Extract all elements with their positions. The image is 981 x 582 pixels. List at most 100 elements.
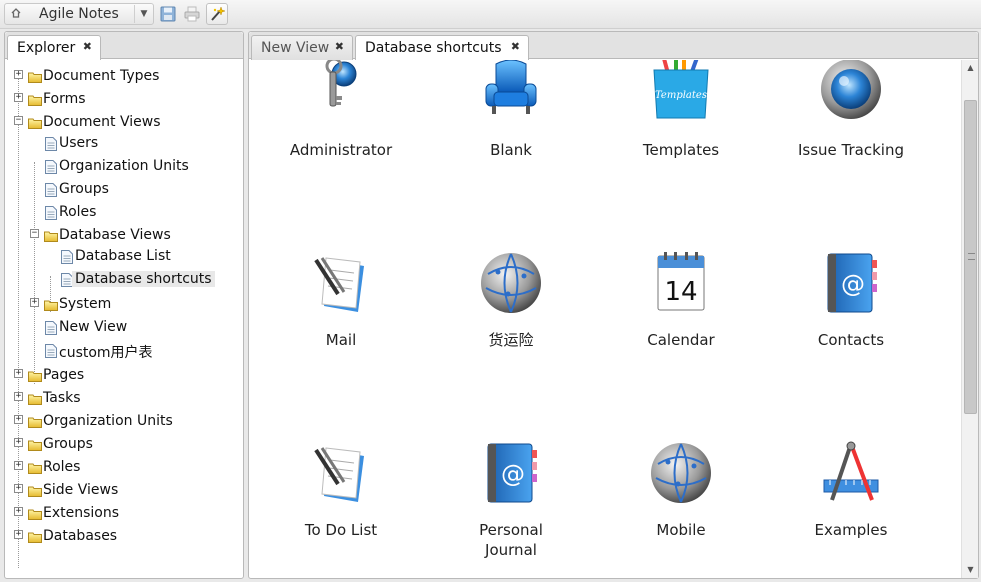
folder-icon (44, 300, 58, 311)
collapse-toggle[interactable]: − (30, 229, 39, 238)
folder-icon (28, 95, 42, 106)
magic-wand-button[interactable] (206, 3, 228, 25)
app-menu-button[interactable]: Agile Notes ▼ (4, 3, 154, 25)
vertical-scrollbar[interactable]: ▲ ▼ (961, 60, 978, 578)
scroll-down-arrow[interactable]: ▼ (962, 562, 979, 578)
scroll-up-arrow[interactable]: ▲ (962, 60, 979, 76)
journal-icon-text: @ (501, 460, 525, 488)
contacts-icon-text: @ (841, 270, 865, 298)
shortcut-label: Issue Tracking (797, 141, 904, 159)
expand-toggle[interactable]: + (14, 530, 23, 539)
armchair-icon (485, 60, 537, 114)
tree-guide (34, 162, 35, 384)
pen-paper-icon (314, 257, 364, 312)
tree-item-document-types[interactable]: Document Types (43, 68, 159, 84)
pen-paper-icon (314, 447, 364, 502)
tree-item-database-views[interactable]: Database Views (59, 227, 171, 243)
address-book-icon: @ (487, 443, 537, 503)
tree-item-roles[interactable]: Roles (43, 459, 80, 475)
tree-item-custom-table[interactable]: custom用户表 (59, 342, 153, 362)
close-icon[interactable]: ✖ (335, 40, 344, 53)
expand-toggle[interactable]: + (14, 507, 23, 516)
lens-icon (821, 60, 881, 119)
shortcut-label: Administrator (289, 141, 393, 159)
expand-toggle[interactable]: + (14, 438, 23, 447)
tree-item-new-view[interactable]: New View (59, 319, 127, 335)
tree-item-database-shortcuts[interactable]: Database shortcuts (72, 271, 215, 287)
tree-item-organization-units-view[interactable]: Organization Units (59, 158, 189, 174)
folder-icon (28, 509, 42, 520)
tab-new-view[interactable]: New View ✖ (251, 35, 353, 60)
tree-guide (18, 78, 19, 568)
keys-icon (325, 60, 357, 107)
tree-item-system[interactable]: System (59, 296, 111, 312)
shortcut-label: Mobile (656, 521, 706, 539)
tree-item-organization-units[interactable]: Organization Units (43, 413, 173, 429)
close-icon[interactable]: ✖ (83, 40, 92, 53)
folder-open-icon (28, 118, 42, 129)
home-icon (5, 7, 27, 21)
tree-item-databases[interactable]: Databases (43, 528, 117, 544)
close-icon[interactable]: ✖ (511, 40, 520, 53)
tab-label: Database shortcuts (365, 40, 502, 56)
expand-toggle[interactable]: + (14, 93, 23, 102)
expand-toggle[interactable]: + (14, 484, 23, 493)
folder-icon (28, 417, 42, 428)
design-tools-icon (823, 441, 879, 501)
folder-icon (28, 532, 42, 543)
print-icon (184, 6, 200, 22)
collapse-toggle[interactable]: − (14, 116, 23, 125)
network-globe-icon (651, 443, 711, 503)
print-button[interactable] (181, 3, 203, 25)
folder-icon (28, 371, 42, 382)
tree-item-groups-view[interactable]: Groups (59, 181, 109, 197)
tree-item-side-views[interactable]: Side Views (43, 482, 118, 498)
page-icon (45, 160, 57, 174)
explorer-tree: + Document Types + Forms − Document View… (5, 60, 243, 578)
expand-toggle[interactable]: + (14, 392, 23, 401)
folder-icon (28, 486, 42, 497)
shortcut-label: Blank (490, 141, 532, 159)
expand-toggle[interactable]: + (14, 70, 23, 79)
shortcut-label: Personal Journal (479, 521, 543, 559)
page-icon (61, 250, 73, 264)
tab-database-shortcuts[interactable]: Database shortcuts ✖ (355, 35, 529, 60)
shortcut-label: To Do List (304, 521, 378, 539)
expand-toggle[interactable]: + (14, 415, 23, 424)
explorer-panel: Explorer ✖ + Document Types + Forms − Do… (4, 31, 244, 579)
magic-wand-icon (211, 6, 225, 21)
tree-item-tasks[interactable]: Tasks (43, 390, 81, 406)
shortcut-label: Templates (642, 141, 720, 159)
expand-toggle[interactable]: + (14, 461, 23, 470)
tree-item-groups[interactable]: Groups (43, 436, 93, 452)
grip-icon (968, 253, 975, 260)
page-icon (45, 137, 57, 151)
top-toolbar: Agile Notes ▼ (0, 0, 981, 29)
scrollbar-thumb[interactable] (964, 100, 977, 414)
save-icon (160, 6, 176, 22)
page-icon (45, 206, 57, 220)
tree-item-database-list[interactable]: Database List (75, 248, 171, 264)
page-icon (45, 183, 57, 197)
chevron-down-icon[interactable]: ▼ (135, 9, 153, 19)
save-button[interactable] (157, 3, 179, 25)
shortcut-label: Contacts (817, 331, 885, 349)
page-icon (45, 344, 57, 358)
expand-toggle[interactable]: + (30, 298, 39, 307)
network-globe-icon (481, 253, 541, 313)
tree-item-forms[interactable]: Forms (43, 91, 86, 107)
folder-icon (28, 440, 42, 451)
tree-item-roles-view[interactable]: Roles (59, 204, 96, 220)
tab-explorer[interactable]: Explorer ✖ (7, 35, 101, 60)
explorer-tabbar: Explorer ✖ (5, 32, 243, 60)
tab-label: Explorer (17, 40, 76, 56)
tab-label: New View (261, 40, 330, 56)
shortcut-label: Examples (814, 521, 888, 539)
calendar-icon-text: 14 (664, 277, 697, 307)
tree-item-users[interactable]: Users (59, 135, 98, 151)
tree-item-extensions[interactable]: Extensions (43, 505, 119, 521)
tree-item-pages[interactable]: Pages (43, 367, 84, 383)
tree-item-document-views[interactable]: Document Views (43, 114, 161, 130)
expand-toggle[interactable]: + (14, 369, 23, 378)
page-icon (45, 321, 57, 335)
